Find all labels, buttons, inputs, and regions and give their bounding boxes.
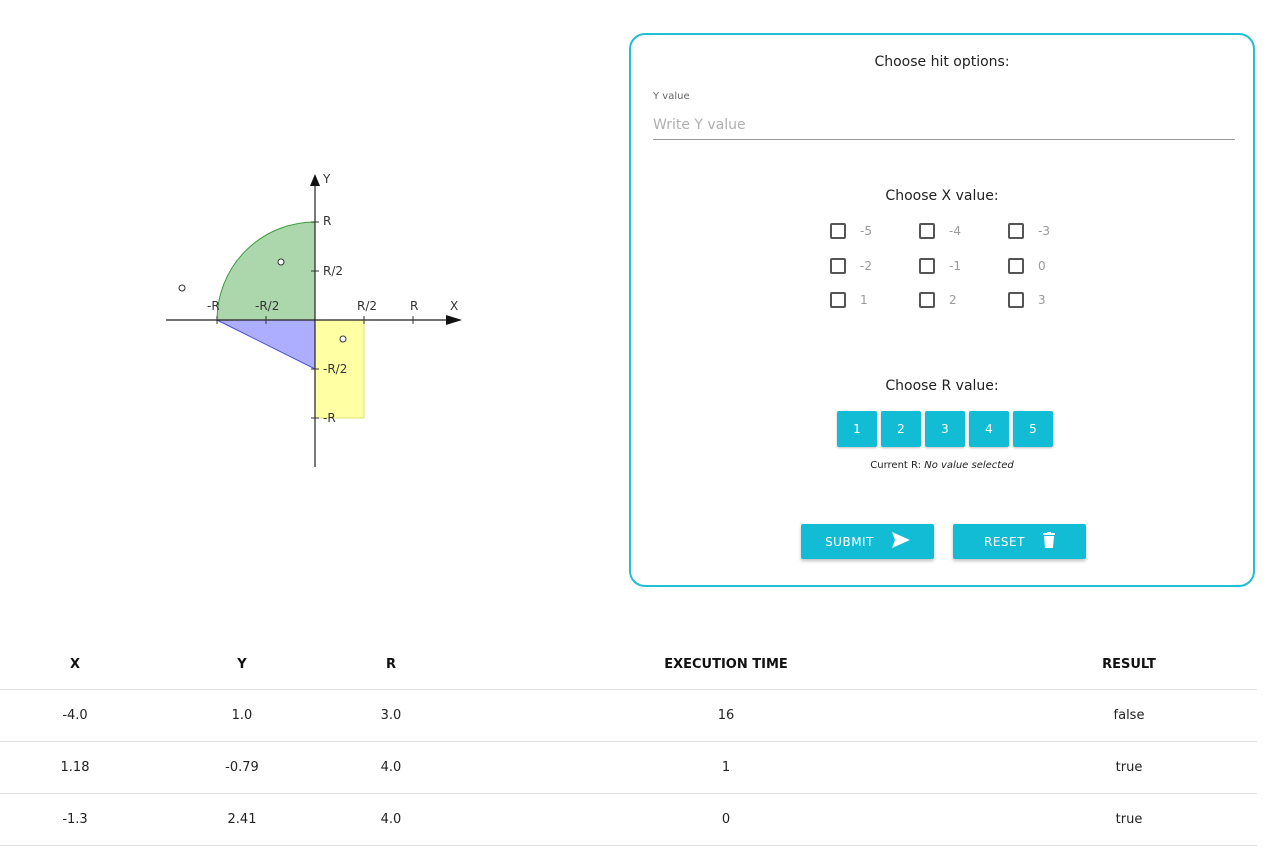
column-header-execution-time: EXECUTION TIME (664, 657, 788, 672)
cell-x: 1.18 (60, 760, 90, 775)
submit-button-label: SUBMIT (825, 534, 874, 549)
checkbox-icon[interactable] (919, 292, 935, 308)
hit-point (277, 258, 285, 266)
checkbox-icon[interactable] (830, 292, 846, 308)
x-option-label: 3 (1038, 293, 1046, 307)
x-option-label: 2 (949, 293, 957, 307)
checkbox-icon[interactable] (830, 258, 846, 274)
y-tick-label-r: R (323, 214, 331, 228)
checkbox-icon[interactable] (1008, 223, 1024, 239)
x-option-checkbox[interactable]: -5 (830, 220, 872, 242)
checkbox-icon[interactable] (919, 223, 935, 239)
cell-r: 4.0 (380, 760, 402, 775)
cell-y: 1.0 (231, 708, 253, 723)
cell-execution-time: 0 (721, 812, 731, 827)
checkbox-icon[interactable] (1008, 258, 1024, 274)
cell-execution-time: 1 (721, 760, 731, 775)
column-header-x: X (69, 657, 81, 672)
y-tick-label-r2: R/2 (323, 264, 343, 278)
y-value-input[interactable] (653, 111, 1235, 140)
x-tick-label-neg-r2: -R/2 (255, 299, 279, 313)
x-axis-arrow (446, 315, 462, 325)
r-option-button[interactable]: 3 (925, 411, 965, 447)
cell-x: -4.0 (62, 708, 88, 723)
hit-area-graph[interactable]: -R -R/2 R/2 R X R R/2 -R/2 -R Y (160, 165, 470, 475)
column-header-r: R (385, 657, 396, 672)
cell-y: -0.79 (225, 760, 259, 775)
x-option-checkbox[interactable]: 2 (919, 289, 957, 311)
hit-options-panel: Choose hit options: Y value Choose X val… (629, 33, 1255, 587)
column-header-result: RESULT (1102, 657, 1156, 672)
y-tick-label-neg-r2: -R/2 (323, 362, 347, 376)
x-tick-label-r: R (410, 299, 418, 313)
x-axis-label: X (450, 299, 458, 313)
r-option-button[interactable]: 5 (1013, 411, 1053, 447)
y-value-label: Y value (653, 91, 690, 102)
x-option-label: 0 (1038, 259, 1046, 273)
table-row: -4.0 1.0 3.0 16 false (0, 690, 1257, 742)
x-value-title: Choose X value: (885, 188, 999, 204)
y-axis-arrow (310, 174, 320, 186)
y-tick-label-neg-r: -R (323, 411, 336, 425)
x-option-label: 1 (860, 293, 868, 307)
current-r-label: Current R: (870, 460, 922, 471)
x-option-checkbox[interactable]: -2 (830, 255, 872, 277)
cell-r: 3.0 (380, 708, 402, 723)
x-option-label: -4 (949, 224, 961, 238)
table-row: 1.18 -0.79 4.0 1 true (0, 742, 1257, 794)
r-option-button[interactable]: 2 (881, 411, 921, 447)
submit-button[interactable]: SUBMIT (801, 524, 934, 559)
cell-r: 4.0 (380, 812, 402, 827)
current-r-status: Current R: No value selected (631, 460, 1253, 471)
x-option-checkbox[interactable]: -3 (1008, 220, 1050, 242)
r-option-button[interactable]: 1 (837, 411, 877, 447)
x-option-label: -2 (860, 259, 872, 273)
cell-x: -1.3 (62, 812, 88, 827)
checkbox-icon[interactable] (1008, 292, 1024, 308)
triangle-area (216, 319, 316, 370)
checkbox-icon[interactable] (830, 223, 846, 239)
x-tick-label-neg-r: -R (207, 299, 220, 313)
x-option-label: -5 (860, 224, 872, 238)
x-option-checkbox[interactable]: -4 (919, 220, 961, 242)
r-value-buttons: 1 2 3 4 5 (837, 411, 1053, 447)
x-option-checkbox[interactable]: 1 (830, 289, 868, 311)
x-option-checkbox[interactable]: -1 (919, 255, 961, 277)
trash-icon (1042, 532, 1055, 551)
reset-button-label: RESET (984, 534, 1025, 549)
hit-point (178, 284, 186, 292)
x-option-label: -1 (949, 259, 961, 273)
x-tick-label-r2: R/2 (357, 299, 377, 313)
panel-title: Choose hit options: (874, 54, 1010, 70)
send-icon (891, 532, 910, 551)
y-axis-label: Y (322, 172, 331, 186)
cell-y: 2.41 (227, 812, 257, 827)
cell-result: true (1115, 760, 1143, 775)
cell-result: true (1115, 812, 1143, 827)
column-header-y: Y (237, 657, 247, 672)
cell-result: false (1113, 708, 1145, 723)
checkbox-icon[interactable] (919, 258, 935, 274)
reset-button[interactable]: RESET (953, 524, 1086, 559)
x-option-checkbox[interactable]: 3 (1008, 289, 1046, 311)
hit-point (339, 335, 347, 343)
results-table: X Y R EXECUTION TIME RESULT -4.0 1.0 3.0… (0, 640, 1257, 846)
x-option-label: -3 (1038, 224, 1050, 238)
x-option-checkbox[interactable]: 0 (1008, 255, 1046, 277)
table-row: -1.3 2.41 4.0 0 true (0, 794, 1257, 846)
current-r-value: No value selected (924, 460, 1014, 471)
r-value-title: Choose R value: (885, 378, 999, 394)
cell-execution-time: 16 (717, 708, 735, 723)
table-header-row: X Y R EXECUTION TIME RESULT (0, 640, 1257, 690)
r-option-button[interactable]: 4 (969, 411, 1009, 447)
